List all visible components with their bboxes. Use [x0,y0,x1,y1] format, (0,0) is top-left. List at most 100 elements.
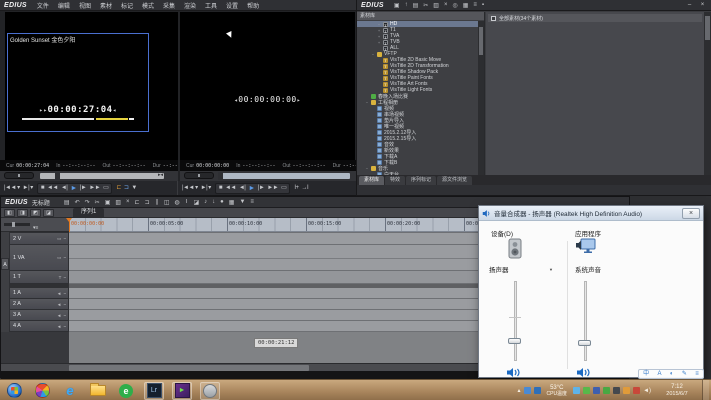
add-cut-point-icon[interactable]: ║ [155,199,159,206]
set-in-icon[interactable]: ⊏ [135,199,140,206]
menu-item[interactable]: 模式 [142,1,154,10]
device-volume-thumb[interactable] [508,338,521,345]
browser-360-icon[interactable] [32,382,52,400]
cut-icon[interactable]: ✂ [423,2,428,9]
track-header-icon[interactable]: ~ [63,255,66,260]
bin-tab-2[interactable]: 特效 [385,176,406,185]
track-header-icon[interactable]: T [59,275,62,280]
timeline-zoom-slider[interactable] [4,222,30,227]
insert-mode-button[interactable]: ◧ [4,208,15,217]
overwrite-to-timeline-button[interactable]: →I [302,183,309,194]
next-frame-button[interactable]: |► [258,183,265,194]
menu-item[interactable]: 标记 [121,1,133,10]
menu-item[interactable]: 编辑 [58,1,70,10]
menu-item[interactable]: 设置 [226,1,238,10]
tray-green-icon[interactable] [603,387,611,394]
fast-forward-button[interactable]: ►► [267,183,278,194]
next-edit-point-button[interactable]: ►| ▾ [23,183,34,194]
ripple-delete-icon[interactable]: × [126,199,130,206]
cut-icon[interactable]: ✂ [95,199,100,206]
ime-keyboard-icon[interactable]: A [658,370,662,378]
player-seek-thumb[interactable] [54,172,60,180]
menu-item[interactable]: 素材 [100,1,112,10]
player-seek-bar[interactable]: ▸◂ [40,172,164,180]
tray-speaker-icon[interactable]: ◄) [643,387,651,394]
sequence-tab[interactable]: 序列1 [73,208,105,217]
player-shuttle-slider[interactable] [4,172,34,179]
system-app-icon[interactable] [200,381,220,400]
bin-tab-3[interactable]: 序列标记 [406,176,437,185]
internet-explorer-icon[interactable]: e [60,382,80,400]
track-header-4A[interactable]: 4 A ◄ ~ [9,321,69,332]
ime-pen-icon[interactable]: ✎ [682,370,687,378]
marker-icon[interactable]: ▼ [239,199,245,206]
tray-update-icon[interactable] [623,387,631,394]
mode-icon[interactable]: ◍ [175,199,180,206]
speaker-device-icon[interactable] [505,238,525,265]
monitor-button[interactable]: ▭ [281,183,287,194]
set-in-button[interactable]: ⊏ [116,183,121,194]
audio-mixer-icon[interactable]: ♪ [204,199,207,206]
title-icon[interactable]: T [185,199,189,206]
track-header-1T[interactable]: 1 T T ~ [9,271,69,284]
copy-icon[interactable]: ▣ [105,199,111,206]
bin-tab-4[interactable]: 源文件浏览 [437,176,473,185]
track-header-icon[interactable]: ▭ [57,236,61,242]
export-button[interactable]: ▼ [131,183,137,194]
prev-edit-point-button[interactable]: |◄◄ ▾ [4,183,20,194]
stop-button[interactable]: ■ [41,183,45,194]
tray-alert-icon[interactable] [633,387,641,394]
menu-item[interactable]: 视图 [79,1,91,10]
recorder-seek-thumb[interactable] [218,172,223,180]
next-frame-button[interactable]: |► [80,183,87,194]
undo-icon[interactable]: ↶ [75,199,80,206]
edius-taskbar-icon[interactable]: ► [172,381,192,400]
tray-shield-icon[interactable] [533,387,541,394]
menu-item[interactable]: 帮助 [247,1,259,10]
fast-forward-button[interactable]: ►► [89,183,100,194]
track-header-1A[interactable]: 1 A ◄ ~ [9,288,69,299]
ime-settings-icon[interactable]: ≡ [695,370,699,378]
trim-icon[interactable]: ◫ [164,199,170,206]
bin-tab-1[interactable]: 素材库 [359,176,385,185]
app-volume-slider[interactable] [577,281,593,361]
tray-player-icon[interactable] [613,387,621,394]
close-button[interactable]: × [698,2,707,8]
insert-to-timeline-button[interactable]: I+ [294,183,299,194]
track-header-icon[interactable]: ◄ [57,313,61,318]
play-button[interactable]: ► [70,183,77,194]
bin-list-scrollbar[interactable] [704,12,711,175]
search-icon[interactable]: ◎ [452,2,457,9]
view-mode-icon[interactable]: ▦ [463,2,469,9]
ime-lang-icon[interactable]: 中 [643,370,649,378]
tree-scrollbar[interactable] [478,21,484,175]
track-group-a-label[interactable]: A [1,258,9,270]
redo-icon[interactable]: ↷ [85,199,90,206]
capture-icon[interactable]: ● [220,199,224,206]
playhead[interactable] [66,218,72,232]
windows-explorer-icon[interactable] [88,382,108,400]
track-header-icon[interactable]: ~ [63,324,66,329]
ime-mode-icon[interactable]: ◐ [670,370,674,378]
menu-item[interactable]: 采集 [163,1,175,10]
next-edit-point-button[interactable]: ►| ▾ [201,183,212,194]
folder-up-icon[interactable]: ↑ [405,2,408,9]
monitor-button[interactable]: ▭ [103,183,109,194]
paste-icon[interactable]: ▥ [115,199,121,206]
ripple-mode-button[interactable]: ◪ [43,208,54,217]
show-desktop-button[interactable] [702,380,709,400]
tray-wechat-icon[interactable] [583,387,591,394]
checkbox-icon[interactable] [491,15,496,21]
new-clip-icon[interactable]: ▣ [394,2,400,9]
ime-toolbar[interactable]: 中 A ◐ ✎ ≡ [638,369,704,379]
app-mute-button[interactable] [577,365,593,377]
prev-edit-point-button[interactable]: |◄◄ ▾ [182,183,198,194]
track-header-1VA[interactable]: 1 VA ▭ ~ [9,245,69,271]
track-header-icon[interactable]: ◄ [57,291,61,296]
track-header-icon[interactable]: ◄ [57,324,61,329]
track-header-icon[interactable]: ~ [63,291,66,296]
prev-frame-button[interactable]: ◄| [239,183,246,194]
track-header-icon[interactable]: ~ [63,302,66,307]
new-folder-icon[interactable]: ▤ [413,2,419,9]
tray-qq-icon[interactable] [573,387,581,394]
